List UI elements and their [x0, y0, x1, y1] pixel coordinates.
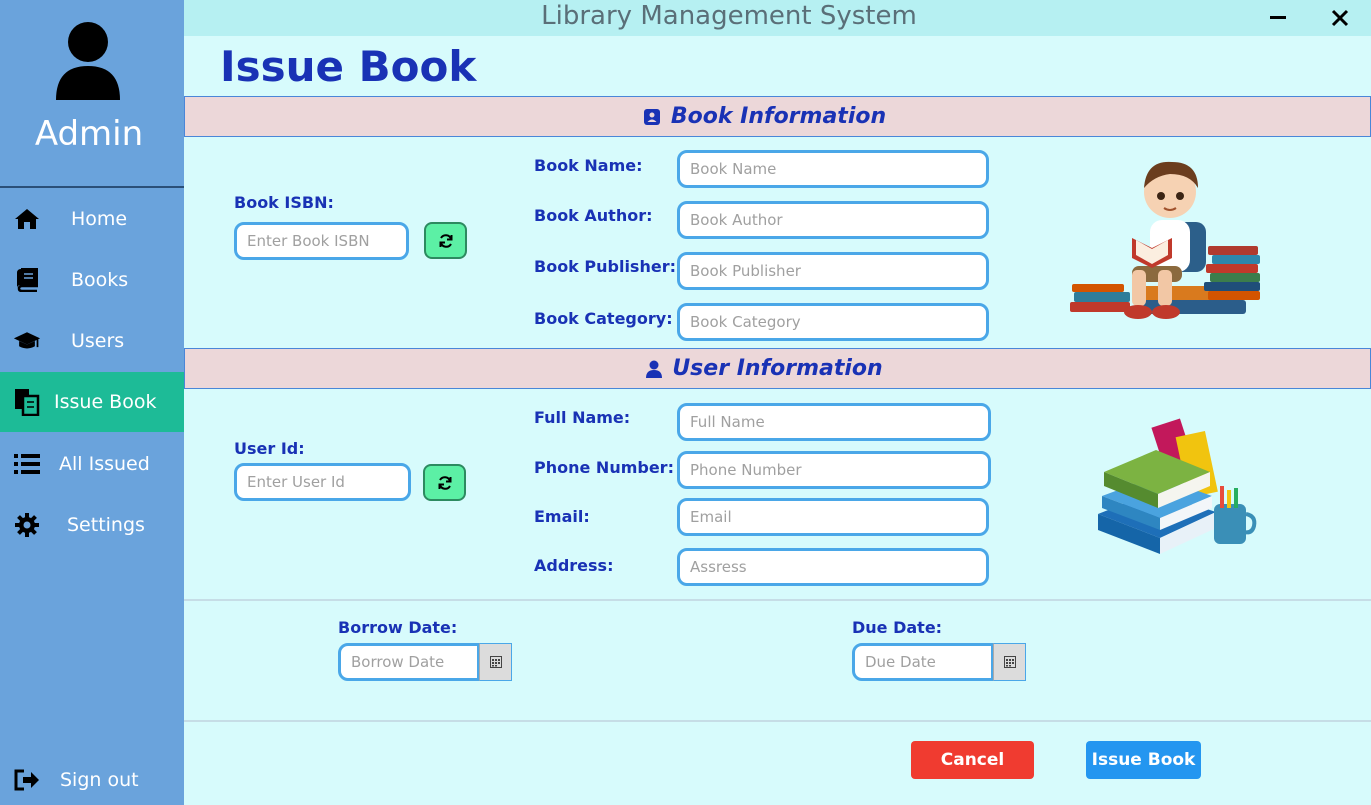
- window-title: Library Management System: [541, 1, 917, 31]
- user-id-input[interactable]: [234, 463, 411, 501]
- section-title: User Information: [672, 356, 883, 381]
- sidebar-item-books[interactable]: Books: [0, 250, 184, 310]
- sidebar-item-label: Home: [71, 208, 128, 230]
- books-stack-illustration: [1098, 418, 1257, 554]
- sidebar-item-settings[interactable]: Settings: [0, 495, 184, 555]
- sidebar-item-label: Issue Book: [54, 391, 157, 413]
- page-title: Issue Book: [220, 42, 477, 91]
- user-icon: [646, 360, 663, 378]
- sidebar-item-home[interactable]: Home: [0, 189, 184, 249]
- book-isbn-input[interactable]: [234, 222, 409, 260]
- refresh-icon: [439, 233, 452, 248]
- title-bar: Library Management System: [184, 0, 1371, 36]
- close-button[interactable]: [1326, 4, 1354, 32]
- user-avatar-icon: [56, 22, 120, 100]
- book-information-header: Book Information: [184, 96, 1371, 137]
- sidebar-item-label: Users: [71, 330, 125, 352]
- sidebar-item-all-issued[interactable]: All Issued: [0, 434, 184, 494]
- divider: [184, 720, 1371, 722]
- book-refresh-button[interactable]: [424, 222, 467, 259]
- user-id-label: User Id:: [234, 439, 305, 458]
- book-author-input[interactable]: [677, 201, 989, 239]
- address-input[interactable]: [677, 548, 989, 586]
- phone-number-label: Phone Number:: [534, 458, 674, 477]
- book-name-label: Book Name:: [534, 156, 643, 175]
- sidebar-item-label: All Issued: [59, 453, 150, 475]
- refresh-icon: [438, 475, 451, 490]
- full-name-input[interactable]: [677, 403, 991, 441]
- home-icon: [13, 205, 41, 233]
- book-category-label: Book Category:: [534, 309, 673, 328]
- section-title: Book Information: [670, 104, 887, 129]
- admin-label: Admin: [34, 114, 144, 154]
- phone-number-input[interactable]: [677, 451, 991, 489]
- sidebar-item-users[interactable]: Users: [0, 311, 184, 371]
- calendar-icon: [489, 656, 502, 668]
- gear-icon: [13, 511, 41, 539]
- book-isbn-label: Book ISBN:: [234, 193, 334, 212]
- minimize-button[interactable]: [1264, 4, 1292, 32]
- due-date-picker: [852, 643, 1026, 681]
- borrow-date-label: Borrow Date:: [338, 618, 458, 637]
- boy-reading-illustration: [1070, 161, 1260, 319]
- book-author-label: Book Author:: [534, 206, 653, 225]
- borrow-date-calendar-button[interactable]: [479, 643, 512, 681]
- due-date-input[interactable]: [852, 643, 994, 681]
- book-publisher-input[interactable]: [677, 252, 989, 290]
- minimize-icon: [1270, 16, 1286, 19]
- sign-out-icon: [13, 766, 41, 794]
- sidebar-item-issue-book[interactable]: Issue Book: [0, 372, 184, 432]
- full-name-label: Full Name:: [534, 408, 631, 427]
- borrow-date-picker: [338, 643, 512, 681]
- issue-book-button[interactable]: Issue Book: [1086, 741, 1201, 779]
- divider: [184, 599, 1371, 601]
- sidebar-item-sign-out[interactable]: Sign out: [0, 750, 184, 805]
- graduation-cap-icon: [13, 327, 41, 355]
- sidebar-item-label: Settings: [67, 514, 145, 536]
- user-information-header: User Information: [184, 348, 1371, 389]
- due-date-calendar-button[interactable]: [993, 643, 1026, 681]
- contact-book-icon: [643, 108, 660, 125]
- due-date-label: Due Date:: [852, 618, 943, 637]
- issue-book-icon: [13, 388, 41, 416]
- borrow-date-input[interactable]: [338, 643, 480, 681]
- book-name-input[interactable]: [677, 150, 989, 188]
- email-label: Email:: [534, 507, 590, 526]
- email-input[interactable]: [677, 498, 989, 536]
- book-publisher-label: Book Publisher:: [534, 257, 676, 276]
- sidebar: Admin Home Books Users Issue Book All Is…: [0, 0, 184, 805]
- book-category-input[interactable]: [677, 303, 989, 341]
- sidebar-item-label: Sign out: [60, 769, 139, 791]
- user-refresh-button[interactable]: [423, 464, 466, 501]
- book-icon: [13, 266, 41, 294]
- calendar-icon: [1003, 656, 1016, 668]
- list-icon: [13, 450, 41, 478]
- cancel-button[interactable]: Cancel: [911, 741, 1034, 779]
- sidebar-item-label: Books: [71, 269, 129, 291]
- close-icon: [1331, 9, 1349, 27]
- address-label: Address:: [534, 556, 614, 575]
- sidebar-divider: [0, 186, 184, 188]
